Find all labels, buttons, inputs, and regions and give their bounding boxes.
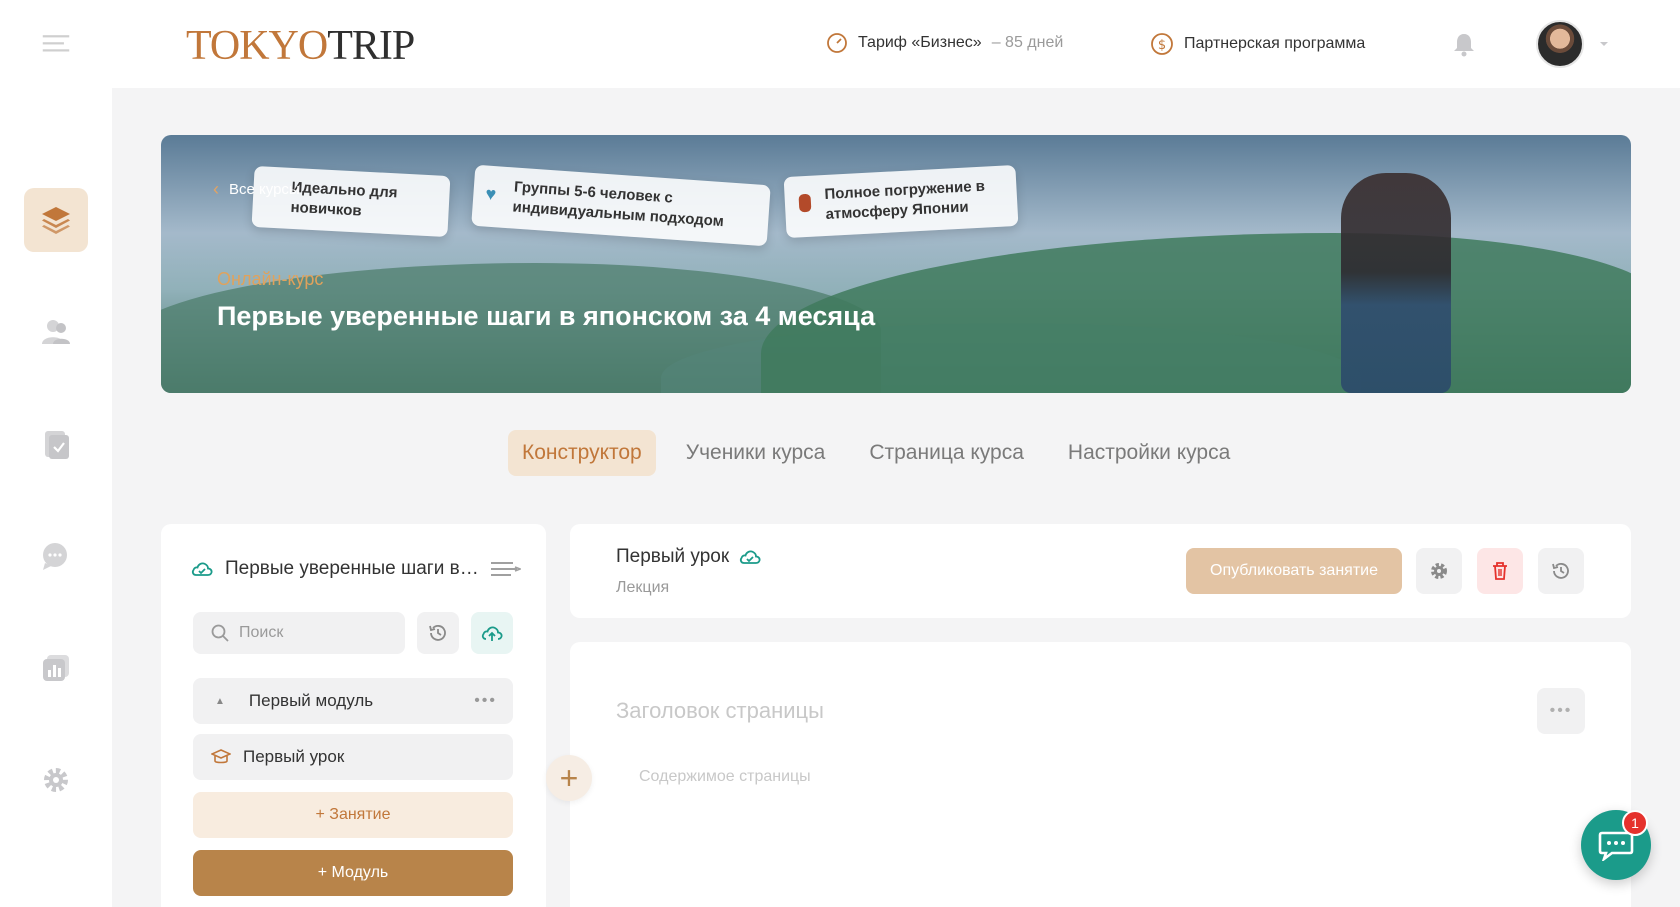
lesson-title: Первый урок — [616, 546, 730, 567]
tab-course-page[interactable]: Страница курса — [855, 430, 1038, 476]
trash-icon — [1493, 562, 1507, 580]
add-lesson-button[interactable]: + Занятие — [193, 792, 513, 838]
partner-program-link[interactable]: $ Партнерская программа — [1150, 32, 1365, 56]
course-tabs: Конструктор Ученики курса Страница курса… — [508, 430, 1244, 476]
structure-course-row: Первые уверенные шаги в японском за 4 ме… — [191, 558, 521, 580]
chevron-left-icon: ‹ — [213, 179, 219, 199]
collapse-panel-icon[interactable] — [491, 559, 521, 579]
module-label: Первый модуль — [248, 691, 374, 710]
chat-icon — [43, 543, 67, 570]
lesson-title-row: Первый урок — [616, 546, 761, 568]
course-banner: Идеально для новичков ♥ Группы 5-6 челов… — [161, 135, 1631, 393]
lesson-settings-button[interactable] — [1416, 548, 1462, 594]
sidebar-item-messages[interactable] — [24, 524, 88, 588]
page-more-button[interactable]: ••• — [1537, 688, 1585, 734]
upload-cloud-button[interactable] — [471, 612, 513, 654]
menu-toggle-button[interactable] — [24, 24, 88, 64]
sidebar-item-assignments[interactable] — [24, 412, 88, 476]
analytics-icon — [43, 655, 69, 681]
logo[interactable]: TOKYOTRIP — [186, 22, 415, 70]
users-icon — [42, 320, 70, 344]
heart-icon: ♥ — [484, 183, 497, 205]
tab-students[interactable]: Ученики курса — [672, 430, 840, 476]
history-icon — [429, 625, 446, 641]
page-title-input[interactable]: Заголовок страницы — [616, 698, 824, 724]
lesson-history-button[interactable] — [1538, 548, 1584, 594]
chevron-down-icon[interactable] — [1598, 38, 1610, 50]
history-icon — [1552, 563, 1569, 579]
lesson-row[interactable]: Первый урок — [193, 734, 513, 780]
lesson-type: Лекция — [616, 579, 670, 596]
search-icon — [211, 624, 229, 642]
unread-badge: 1 — [1622, 810, 1648, 836]
more-icon: ••• — [1549, 702, 1573, 719]
history-button[interactable] — [417, 612, 459, 654]
search-placeholder: Поиск — [239, 624, 284, 641]
course-title: Первые уверенные шаги в японском за 4 ме… — [217, 301, 876, 331]
page-editor-card: Заголовок страницы Содержимое страницы •… — [570, 642, 1631, 907]
tab-constructor[interactable]: Конструктор — [508, 430, 656, 476]
feature-badge-groups: ♥ Группы 5-6 человек с индивидуальным по… — [471, 164, 771, 246]
avatar[interactable] — [1536, 20, 1584, 68]
feature-badge-text: Группы 5-6 человек с индивидуальным подх… — [512, 178, 725, 231]
module-row[interactable]: ▲ Первый модуль ••• — [193, 678, 513, 724]
feature-badge-beginners: Идеально для новичков — [251, 165, 451, 237]
publish-lesson-button[interactable]: Опубликовать занятие — [1186, 548, 1402, 594]
courses-icon — [42, 207, 70, 234]
speedometer-icon — [827, 33, 847, 53]
logo-part-2: TRIP — [327, 23, 415, 69]
cloud-sync-icon — [740, 550, 761, 564]
bell-icon[interactable] — [1450, 30, 1478, 58]
lesson-label: Первый урок — [243, 747, 345, 766]
hamburger-icon — [42, 35, 70, 52]
partner-label: Партнерская программа — [1184, 35, 1366, 52]
top-bar: TOKYOTRIP Тариф «Бизнес» – 85 дней $ Пар… — [112, 0, 1680, 88]
page-content-input[interactable]: Содержимое страницы — [639, 768, 811, 786]
sidebar-item-settings[interactable] — [24, 748, 88, 812]
sidebar-item-analytics[interactable] — [24, 636, 88, 700]
graduation-cap-icon — [211, 749, 231, 764]
add-module-button[interactable]: + Модуль — [193, 850, 513, 896]
sidebar — [0, 0, 112, 907]
tariff-days: – 85 дней — [991, 34, 1064, 51]
structure-search-input[interactable]: Поиск — [193, 612, 405, 654]
back-link-label: Все курсы — [229, 181, 300, 198]
sidebar-item-courses[interactable] — [24, 188, 88, 252]
lesson-header-card: Первый урок Лекция Опубликовать занятие — [570, 524, 1631, 618]
tariff-label: Тариф «Бизнес» — [858, 34, 982, 51]
feature-badge-immersion: Полное погружение в атмосферу Японии — [783, 164, 1019, 238]
more-icon[interactable]: ••• — [474, 692, 497, 710]
chevron-up-icon[interactable]: ▲ — [215, 696, 225, 707]
course-structure-panel: Первые уверенные шаги в японском за 4 ме… — [161, 524, 546, 907]
cloud-upload-icon — [481, 626, 503, 641]
plus-icon: + — [559, 759, 579, 796]
structure-course-title: Первые уверенные шаги в японском за 4 ме… — [225, 558, 479, 579]
course-type-label: Онлайн-курс — [217, 269, 324, 289]
lantern-icon — [798, 193, 812, 213]
cloud-sync-icon — [191, 562, 213, 576]
dollar-coin-icon: $ — [1151, 33, 1173, 55]
feature-badge-text: Идеально для новичков — [290, 178, 398, 220]
tariff-info[interactable]: Тариф «Бизнес» – 85 дней — [826, 32, 1063, 54]
tab-course-settings[interactable]: Настройки курса — [1054, 430, 1244, 476]
assignments-icon — [45, 431, 69, 459]
gear-icon — [1431, 563, 1447, 579]
svg-text:$: $ — [1158, 38, 1166, 53]
banner-mountain-right — [761, 233, 1631, 393]
sidebar-item-students[interactable] — [24, 300, 88, 364]
delete-lesson-button[interactable] — [1477, 548, 1523, 594]
logo-part-1: TOKYO — [186, 23, 328, 69]
banner-illustration-girl — [1341, 173, 1451, 393]
add-block-button[interactable]: + — [546, 755, 592, 801]
back-to-courses-link[interactable]: ‹ Все курсы — [213, 179, 300, 200]
settings-icon — [44, 768, 68, 792]
feature-badge-text: Полное погружение в атмосферу Японии — [824, 177, 986, 224]
